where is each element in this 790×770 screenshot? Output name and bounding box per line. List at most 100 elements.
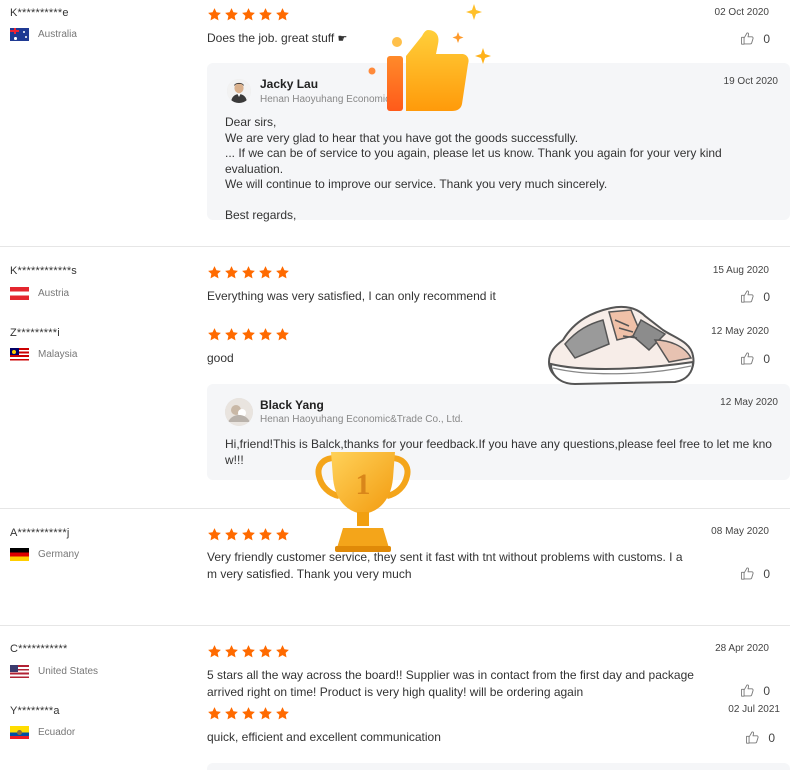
sneaker-sticker-icon <box>547 305 695 386</box>
replier-name: Jacky Lau <box>260 77 319 91</box>
malaysia-flag-icon <box>10 348 29 361</box>
comment-text: Does the job. great stuff <box>207 31 335 45</box>
trophy-sticker-icon: 1 <box>315 452 411 552</box>
star-icon <box>241 327 256 342</box>
star-icon <box>224 265 239 280</box>
rating-stars <box>207 265 290 280</box>
thumbs-up-sticker-icon <box>368 4 491 111</box>
country-label: Malaysia <box>38 349 78 360</box>
review-date: 02 Oct 2020 <box>714 7 769 18</box>
rating-stars <box>207 527 290 542</box>
star-icon <box>207 265 222 280</box>
thumbs-up-icon <box>740 683 755 698</box>
review-comment: Very friendly customer service, they sen… <box>207 550 683 581</box>
star-icon <box>258 706 273 721</box>
reviewer-country: Ecuador <box>10 726 75 739</box>
star-icon <box>224 527 239 542</box>
trophy-number: 1 <box>356 468 371 501</box>
rating-stars <box>207 644 290 659</box>
reply-text: Hi,friend!This is Balck,thanks for your … <box>225 437 772 467</box>
star-icon <box>241 7 256 22</box>
like-count: 0 <box>763 351 770 366</box>
star-icon <box>207 7 222 22</box>
rating-stars <box>207 327 290 342</box>
seller-reply: Jacky Lau Henan Haoyuhang Economic 19 Oc… <box>207 63 790 222</box>
reply-box-edge <box>207 763 790 770</box>
star-icon <box>241 527 256 542</box>
star-icon <box>258 7 273 22</box>
reviewer-name: A***********j <box>10 527 70 539</box>
like-button[interactable]: 0 <box>740 351 770 366</box>
review-date: 28 Apr 2020 <box>715 643 769 654</box>
reviewer-country: Australia <box>10 28 77 41</box>
rating-stars <box>207 706 290 721</box>
replier-company: Henan Haoyuhang Economic&Trade Co., Ltd. <box>260 414 464 425</box>
star-icon <box>224 706 239 721</box>
reviewer-country: Malaysia <box>10 348 77 361</box>
seller-reply: Black Yang Henan Haoyuhang Economic&Trad… <box>207 384 790 480</box>
star-icon <box>275 706 290 721</box>
review-comment: 5 stars all the way across the board!! S… <box>207 668 694 699</box>
like-button[interactable]: 0 <box>745 730 775 745</box>
star-icon <box>224 7 239 22</box>
star-icon <box>241 706 256 721</box>
review-item: C*********** United States 28 Apr 2020 5… <box>0 626 790 700</box>
usa-flag-icon <box>10 665 29 678</box>
star-icon <box>241 644 256 659</box>
country-label: Ecuador <box>38 727 76 738</box>
star-icon <box>275 644 290 659</box>
ecuador-flag-icon <box>10 726 29 739</box>
like-button[interactable]: 0 <box>740 31 770 46</box>
thumbs-up-icon <box>740 351 755 366</box>
avatar <box>225 398 253 426</box>
star-icon <box>241 265 256 280</box>
review-date: 15 Aug 2020 <box>712 265 769 276</box>
reply-date: 12 May 2020 <box>720 397 778 408</box>
star-icon <box>275 265 290 280</box>
star-icon <box>258 527 273 542</box>
star-icon <box>207 527 222 542</box>
review-item: Y********a Ecuador 02 Jul 2021 quick, ef… <box>0 700 790 770</box>
pointing-hand-icon: ☛ <box>337 33 348 45</box>
star-icon <box>258 265 273 280</box>
like-count: 0 <box>763 566 770 581</box>
thumbs-up-icon <box>740 289 755 304</box>
review-comment: Does the job. great stuff ☛ <box>207 30 347 48</box>
reviewer-name: Z*********i <box>10 327 60 339</box>
star-icon <box>258 644 273 659</box>
like-button[interactable]: 0 <box>740 289 770 304</box>
country-label: United States <box>38 666 99 677</box>
like-button[interactable]: 0 <box>740 683 770 698</box>
thumbs-up-icon <box>740 566 755 581</box>
reviewer-country: United States <box>10 665 98 678</box>
rating-stars <box>207 7 290 22</box>
review-comment: good <box>207 351 234 365</box>
review-date: 02 Jul 2021 <box>728 704 780 715</box>
avatar <box>227 79 251 103</box>
like-button[interactable]: 0 <box>740 566 770 581</box>
like-count: 0 <box>763 289 770 304</box>
reviewer-country: Germany <box>10 548 79 561</box>
star-icon <box>224 644 239 659</box>
star-icon <box>275 7 290 22</box>
thumbs-up-icon <box>740 31 755 46</box>
review-date: 08 May 2020 <box>711 526 769 537</box>
country-label: Australia <box>38 29 77 40</box>
australia-flag-icon <box>10 28 29 41</box>
star-icon <box>207 644 222 659</box>
star-icon <box>275 527 290 542</box>
reviewer-name: C*********** <box>10 643 68 655</box>
star-icon <box>275 327 290 342</box>
review-date: 12 May 2020 <box>711 326 769 337</box>
country-label: Germany <box>38 549 80 560</box>
review-comment: quick, efficient and excellent communica… <box>207 730 441 744</box>
reply-date: 19 Oct 2020 <box>723 76 778 87</box>
reviewer-name: K**********e <box>10 7 69 19</box>
reviewer-country: Austria <box>10 287 69 300</box>
like-count: 0 <box>763 683 770 698</box>
star-icon <box>207 706 222 721</box>
star-icon <box>224 327 239 342</box>
review-comment: Everything was very satisfied, I can onl… <box>207 289 496 303</box>
like-count: 0 <box>763 31 770 46</box>
star-icon <box>207 327 222 342</box>
